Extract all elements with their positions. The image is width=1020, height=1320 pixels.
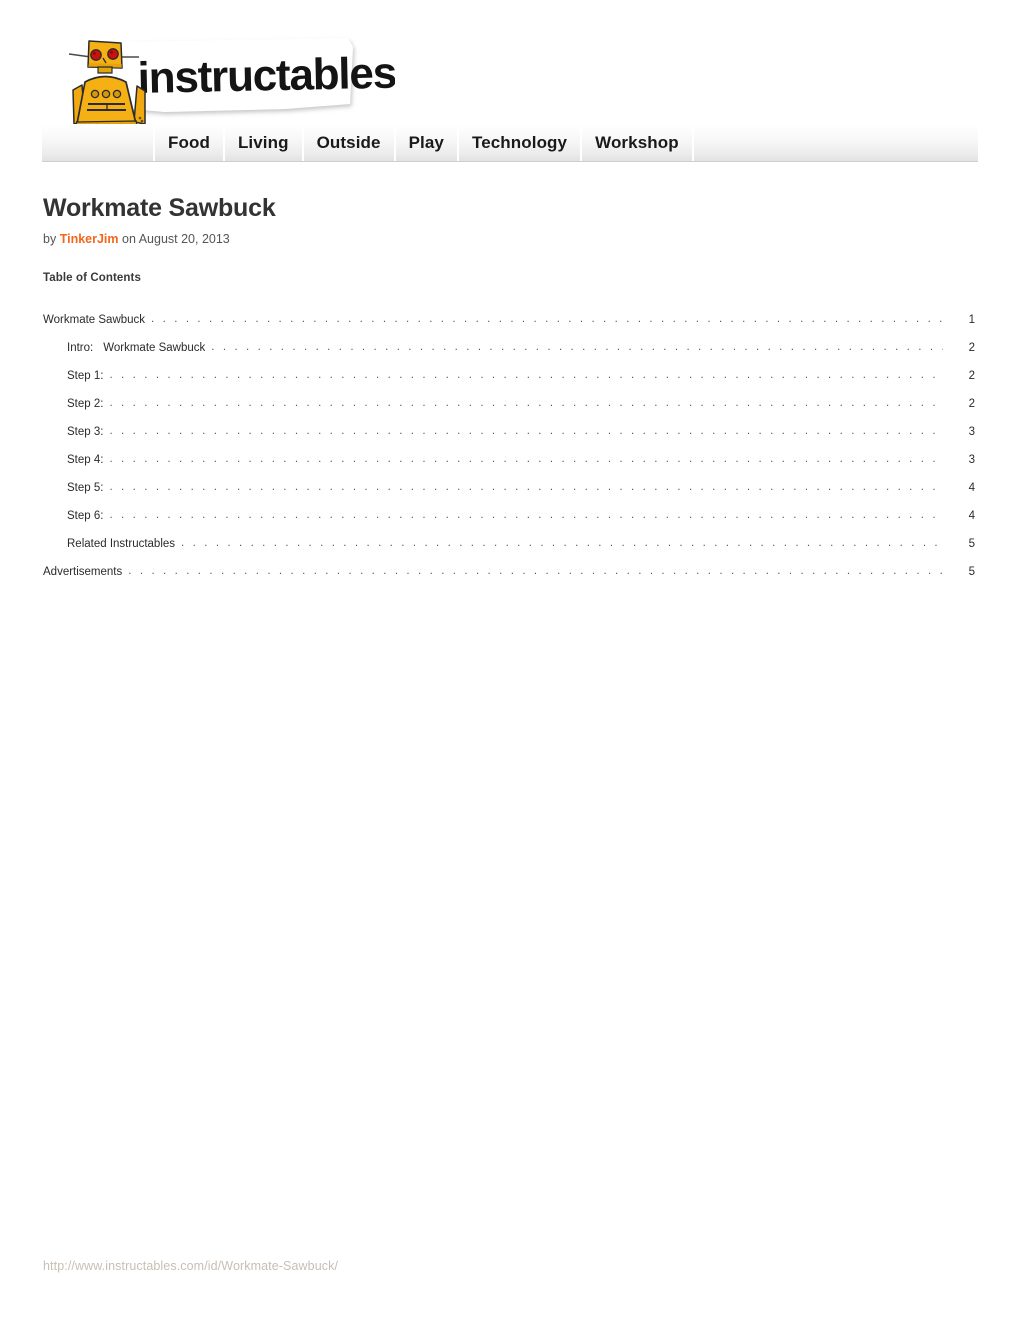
page-title: Workmate Sawbuck: [43, 194, 276, 222]
toc-entry-label: Related Instructables: [67, 538, 176, 550]
toc-entry-label: Step 1:: [67, 370, 104, 382]
toc-entry-label: Workmate Sawbuck: [43, 314, 146, 326]
byline-by: by: [43, 231, 57, 246]
toc-entry-label: Step 2:: [67, 398, 104, 410]
logo-wordmark: instructables: [137, 49, 395, 103]
toc-entry-label: Step 5:: [67, 482, 104, 494]
toc-entry-label: Step 3:: [67, 426, 104, 438]
toc-entry[interactable]: Step 4: . . . . . . . . . . . . . . . . .…: [43, 446, 975, 474]
toc-dot-leader: . . . . . . . . . . . . . . . . . . . . …: [211, 341, 943, 353]
table-of-contents: Table of Contents Workmate Sawbuck . . . …: [43, 272, 975, 586]
toc-page-number: 4: [968, 482, 975, 494]
page-footer: http://www.instructables.com/id/Workmate…: [43, 1259, 943, 1273]
toc-dot-leader: . . . . . . . . . . . . . . . . . . . . …: [128, 565, 943, 577]
site-header: instructables Food Living Outside Play T…: [0, 0, 1020, 170]
toc-entry-sublabel: Workmate Sawbuck: [103, 342, 206, 354]
category-nav: Food Living Outside Play Technology Work…: [42, 124, 978, 162]
toc-dot-leader: . . . . . . . . . . . . . . . . . . . . …: [109, 425, 943, 437]
toc-page-number: 3: [968, 426, 975, 438]
author-link[interactable]: TinkerJim: [60, 232, 119, 246]
toc-entry[interactable]: Step 3: . . . . . . . . . . . . . . . . .…: [43, 418, 975, 446]
nav-logo-spacer: [42, 124, 155, 161]
toc-entry-label: Step 6:: [67, 510, 104, 522]
toc-entry[interactable]: Intro: Workmate Sawbuck . . . . . . . . . …: [43, 334, 975, 362]
nav-item-outside[interactable]: Outside: [304, 124, 396, 161]
toc-dot-leader: . . . . . . . . . . . . . . . . . . . . …: [109, 397, 943, 409]
toc-entry-label: Advertisements: [43, 566, 123, 578]
nav-item-food[interactable]: Food: [155, 124, 225, 161]
nav-empty-tail: [694, 124, 978, 161]
toc-page-number: 2: [968, 342, 975, 354]
toc-entry[interactable]: Step 2: . . . . . . . . . . . . . . . . .…: [43, 390, 975, 418]
toc-page-number: 3: [968, 454, 975, 466]
toc-dot-leader: . . . . . . . . . . . . . . . . . . . . …: [151, 313, 943, 325]
publish-date: August 20, 2013: [138, 231, 230, 246]
toc-dot-leader: . . . . . . . . . . . . . . . . . . . . …: [109, 481, 943, 493]
toc-entry[interactable]: Step 5: . . . . . . . . . . . . . . . . .…: [43, 474, 975, 502]
document-page: instructables Food Living Outside Play T…: [0, 0, 1020, 1320]
toc-page-number: 2: [968, 398, 975, 410]
footer-url[interactable]: http://www.instructables.com/id/Workmate…: [43, 1259, 943, 1273]
toc-dot-leader: . . . . . . . . . . . . . . . . . . . . …: [109, 453, 943, 465]
toc-page-number: 5: [968, 538, 975, 550]
toc-entry[interactable]: Step 6: . . . . . . . . . . . . . . . . .…: [43, 502, 975, 530]
toc-heading: Table of Contents: [43, 272, 141, 284]
article-header: Workmate Sawbuck by TinkerJim on August …: [43, 194, 943, 246]
toc-entry-label: Step 4:: [67, 454, 104, 466]
toc-entry-label: Intro:: [67, 342, 94, 354]
nav-item-workshop[interactable]: Workshop: [582, 124, 694, 161]
toc-list: Workmate Sawbuck . . . . . . . . . . . . …: [43, 306, 975, 586]
toc-page-number: 1: [968, 314, 975, 326]
toc-dot-leader: . . . . . . . . . . . . . . . . . . . . …: [109, 509, 943, 521]
toc-dot-leader: . . . . . . . . . . . . . . . . . . . . …: [109, 369, 943, 381]
toc-dot-leader: . . . . . . . . . . . . . . . . . . . . …: [181, 537, 943, 549]
toc-entry[interactable]: Related Instructables . . . . . . . . . .…: [43, 530, 975, 558]
toc-entry[interactable]: Workmate Sawbuck . . . . . . . . . . . . …: [43, 306, 975, 334]
byline: by TinkerJim on August 20, 2013: [43, 232, 943, 246]
nav-item-play[interactable]: Play: [396, 124, 459, 161]
toc-entry[interactable]: Step 1: . . . . . . . . . . . . . . . . .…: [43, 362, 975, 390]
toc-entry[interactable]: Advertisements . . . . . . . . . . . . . …: [43, 558, 975, 586]
toc-page-number: 2: [968, 370, 975, 382]
byline-on: on: [122, 231, 136, 246]
nav-item-living[interactable]: Living: [225, 124, 304, 161]
toc-page-number: 4: [968, 510, 975, 522]
toc-page-number: 5: [968, 566, 975, 578]
nav-item-technology[interactable]: Technology: [459, 124, 583, 161]
